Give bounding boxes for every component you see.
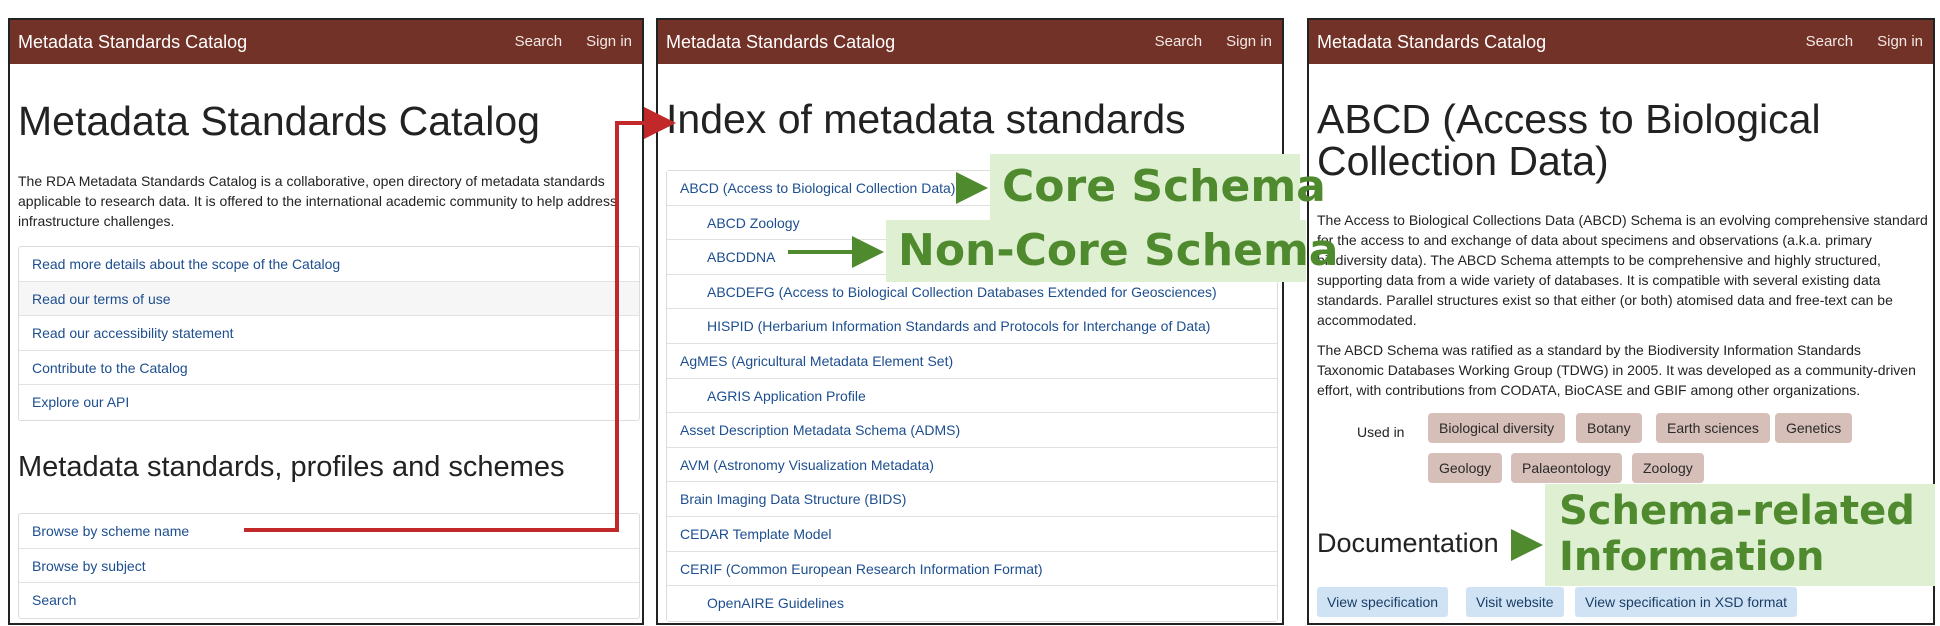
index-item-cerif[interactable]: CERIF (Common European Research Informat… — [667, 551, 1277, 587]
documentation-title: Documentation — [1317, 528, 1499, 558]
tag-biological-diversity[interactable]: Biological diversity — [1428, 413, 1566, 443]
link-scope[interactable]: Read more details about the scope of the… — [19, 247, 639, 282]
catalog-home-panel: Metadata Standards Catalog Search Sign i… — [8, 18, 644, 625]
page-title-line2: Collection Data) — [1317, 138, 1609, 184]
tag-palaeontology[interactable]: Palaeontology — [1511, 453, 1622, 483]
nav-signin-link[interactable]: Sign in — [586, 20, 632, 64]
link-api[interactable]: Explore our API — [19, 385, 639, 420]
link-contribute[interactable]: Contribute to the Catalog — [19, 351, 639, 385]
tag-geology[interactable]: Geology — [1428, 453, 1503, 483]
index-item-openaire[interactable]: OpenAIRE Guidelines — [667, 586, 1277, 621]
navbar-links: Search Sign in — [515, 20, 632, 64]
description-paragraph-1: The Access to Biological Collections Dat… — [1317, 212, 1928, 328]
non-core-schema-callout: Non-Core Schema — [886, 220, 1339, 282]
page-title: Index of metadata standards — [666, 96, 1186, 142]
used-in-label: Used in — [1357, 424, 1405, 440]
browse-by-subject[interactable]: Browse by subject — [19, 549, 639, 583]
navbar-brand[interactable]: Metadata Standards Catalog — [18, 20, 247, 64]
index-item-hispid[interactable]: HISPID (Herbarium Information Standards … — [667, 309, 1277, 344]
tag-botany[interactable]: Botany — [1576, 413, 1642, 443]
link-accessibility[interactable]: Read our accessibility statement — [19, 316, 639, 351]
schema-related-callout-line2: Information — [1559, 534, 1825, 580]
nav-signin-link[interactable]: Sign in — [1877, 20, 1923, 64]
page-title: Metadata Standards Catalog — [18, 98, 540, 144]
schema-related-callout-line1: Schema-related — [1559, 488, 1915, 534]
view-specification-button[interactable]: View specification — [1317, 587, 1449, 617]
link-terms-of-use[interactable]: Read our terms of use — [19, 281, 639, 316]
nav-search-link[interactable]: Search — [515, 20, 563, 64]
index-item-avm[interactable]: AVM (Astronomy Visualization Metadata) — [667, 447, 1277, 483]
tag-zoology[interactable]: Zoology — [1632, 453, 1704, 483]
navbar-brand[interactable]: Metadata Standards Catalog — [666, 20, 895, 64]
navbar-brand[interactable]: Metadata Standards Catalog — [1317, 20, 1546, 64]
info-links-list: Read more details about the scope of the… — [18, 246, 640, 421]
navbar: Metadata Standards Catalog Search Sign i… — [1309, 20, 1933, 64]
schema-related-callout: Schema-related Information — [1545, 484, 1935, 586]
navbar-links: Search Sign in — [1806, 20, 1923, 64]
navbar: Metadata Standards Catalog Search Sign i… — [10, 20, 642, 64]
index-panel: Metadata Standards Catalog Search Sign i… — [656, 18, 1284, 625]
intro-text: The RDA Metadata Standards Catalog is a … — [18, 173, 617, 229]
nav-search-link[interactable]: Search — [1155, 20, 1203, 64]
index-item-agris[interactable]: AGRIS Application Profile — [667, 378, 1277, 414]
index-item-cedar[interactable]: CEDAR Template Model — [667, 516, 1277, 552]
core-schema-callout: Core Schema — [990, 154, 1326, 220]
index-item-agmes[interactable]: AgMES (Agricultural Metadata Element Set… — [667, 343, 1277, 379]
index-item-bids[interactable]: Brain Imaging Data Structure (BIDS) — [667, 482, 1277, 517]
browse-by-scheme-name[interactable]: Browse by scheme name — [19, 514, 639, 549]
tag-earth-sciences[interactable]: Earth sciences — [1656, 413, 1770, 443]
browse-search[interactable]: Search — [19, 583, 639, 618]
page-title-line1: ABCD (Access to Biological — [1317, 96, 1821, 142]
nav-signin-link[interactable]: Sign in — [1226, 20, 1272, 64]
section-title: Metadata standards, profiles and schemes — [18, 451, 565, 483]
browse-list: Browse by scheme name Browse by subject … — [18, 513, 640, 619]
navbar: Metadata Standards Catalog Search Sign i… — [658, 20, 1282, 64]
nav-search-link[interactable]: Search — [1806, 20, 1854, 64]
description-paragraph-2: The ABCD Schema was ratified as a standa… — [1317, 342, 1916, 398]
index-item-adms[interactable]: Asset Description Metadata Schema (ADMS) — [667, 413, 1277, 448]
visit-website-button[interactable]: Visit website — [1466, 587, 1564, 617]
tag-genetics[interactable]: Genetics — [1775, 413, 1853, 443]
view-xsd-specification-button[interactable]: View specification in XSD format — [1575, 587, 1798, 617]
navbar-links: Search Sign in — [1155, 20, 1272, 64]
